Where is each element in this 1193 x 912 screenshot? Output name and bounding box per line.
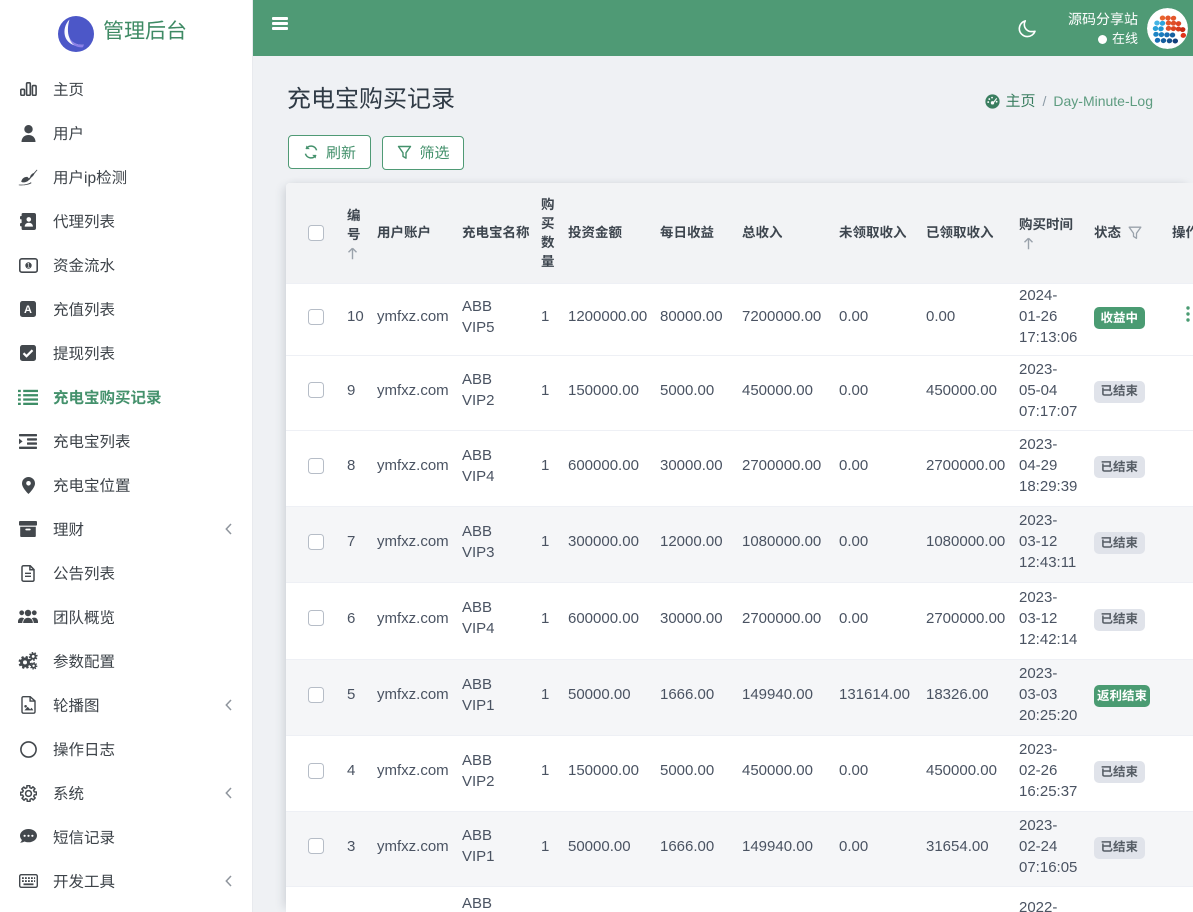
svg-text:A: A xyxy=(24,304,32,316)
